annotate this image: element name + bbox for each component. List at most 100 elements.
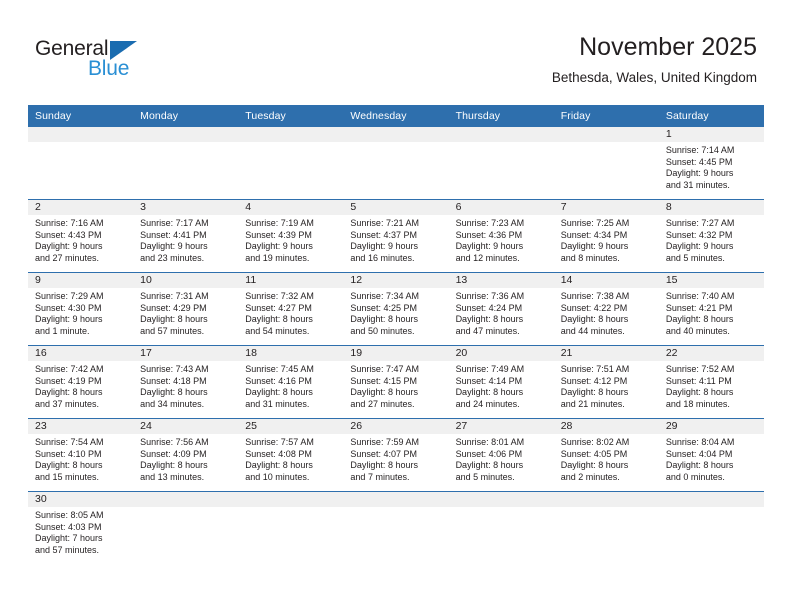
- day-number-band: 30: [28, 492, 134, 507]
- day-sunrise-text: Sunrise: 8:05 AM: [35, 510, 104, 520]
- day-sun-info: Sunrise: 7:36 AM Sunset: 4:24 PM Daylight:…: [449, 288, 554, 337]
- day-sunset-text: Sunset: 4:06 PM: [455, 448, 523, 459]
- day-sunrise-text: Sunrise: 7:54 AM: [35, 437, 104, 447]
- calendar-day-cell[interactable]: 20 Sunrise: 7:49 AM Sunset: 4:14 PM Dayligh…: [448, 345, 554, 419]
- day-sunset-text: Sunset: 4:29 PM: [140, 302, 207, 313]
- day-sunset-text: Sunset: 4:12 PM: [560, 375, 628, 386]
- day-sunset-text: Sunset: 4:37 PM: [350, 229, 417, 240]
- calendar-day-cell[interactable]: 10 Sunrise: 7:31 AM Sunset: 4:29 PM Dayligh…: [133, 272, 239, 346]
- calendar-day-cell[interactable]: 12 Sunrise: 7:34 AM Sunset: 4:25 PM Dayligh…: [343, 272, 449, 346]
- day-cell-content: 21 Sunrise: 7:51 AM Sunset: 4:12 PM Dayligh…: [553, 346, 659, 418]
- day-sunrise-text: Sunrise: 7:49 AM: [455, 364, 525, 374]
- day-sunrise-text: Sunrise: 7:31 AM: [140, 291, 209, 301]
- day-number-band: 13: [448, 273, 554, 288]
- calendar-day-cell[interactable]: 15 Sunrise: 7:40 AM Sunset: 4:21 PM Dayligh…: [658, 272, 764, 346]
- day-number: 17: [140, 347, 152, 359]
- day-sun-info: Sunrise: 8:01 AM Sunset: 4:06 PM Daylight:…: [449, 434, 554, 483]
- calendar-day-cell[interactable]: 7 Sunrise: 7:25 AM Sunset: 4:34 PM Daylight…: [553, 199, 659, 273]
- day-sunrise-text: Sunrise: 7:52 AM: [665, 364, 735, 374]
- calendar-day-cell[interactable]: 13 Sunrise: 7:36 AM Sunset: 4:24 PM Dayligh…: [448, 272, 554, 346]
- day-number-band: 16: [28, 346, 134, 361]
- day-daylight-1-text: Daylight: 8 hours: [455, 460, 524, 471]
- day-number: 11: [245, 274, 257, 286]
- day-daylight-2-text: and 12 minutes.: [455, 252, 520, 263]
- day-cell-content: 22 Sunrise: 7:52 AM Sunset: 4:11 PM Dayligh…: [658, 346, 764, 418]
- day-cell-content: [343, 492, 449, 564]
- day-number: 4: [245, 201, 252, 213]
- day-sunrise-text: Sunrise: 7:56 AM: [140, 437, 209, 447]
- calendar-day-cell[interactable]: 24 Sunrise: 7:56 AM Sunset: 4:09 PM Dayligh…: [133, 418, 239, 492]
- day-daylight-2-text: and 5 minutes.: [455, 471, 515, 482]
- page-title: November 2025: [579, 33, 757, 61]
- brand-logo[interactable]: General Blue: [35, 38, 225, 90]
- day-sunset-text: Sunset: 4:07 PM: [350, 448, 417, 459]
- day-number-band: [343, 127, 449, 142]
- calendar-day-cell-empty: [448, 127, 554, 200]
- day-number-band: [133, 127, 239, 142]
- calendar-day-cell[interactable]: 30 Sunrise: 8:05 AM Sunset: 4:03 PM Dayligh…: [28, 491, 134, 564]
- day-number-band: [133, 492, 239, 507]
- calendar-day-cell[interactable]: 23 Sunrise: 7:54 AM Sunset: 4:10 PM Dayligh…: [28, 418, 134, 492]
- calendar-page: General Blue November 2025 Bethesda, Wal…: [0, 0, 792, 612]
- calendar-day-cell[interactable]: 6 Sunrise: 7:23 AM Sunset: 4:36 PM Daylight…: [448, 199, 554, 273]
- calendar-day-cell[interactable]: 25 Sunrise: 7:57 AM Sunset: 4:08 PM Dayligh…: [238, 418, 344, 492]
- day-sun-info: Sunrise: 8:05 AM Sunset: 4:03 PM Daylight:…: [28, 507, 133, 556]
- day-cell-content: [448, 127, 554, 199]
- day-daylight-1-text: Daylight: 9 hours: [35, 241, 103, 252]
- day-sun-info: Sunrise: 7:16 AM Sunset: 4:43 PM Daylight:…: [28, 215, 133, 264]
- day-number: 7: [560, 201, 567, 213]
- day-number-band: 14: [553, 273, 659, 288]
- brand-name-blue: Blue: [88, 57, 130, 80]
- day-daylight-2-text: and 16 minutes.: [350, 252, 415, 263]
- day-sunrise-text: Sunrise: 7:47 AM: [350, 364, 419, 374]
- calendar-day-cell[interactable]: 21 Sunrise: 7:51 AM Sunset: 4:12 PM Dayligh…: [553, 345, 659, 419]
- calendar-week-row: 16 Sunrise: 7:42 AM Sunset: 4:19 PM Dayligh…: [28, 345, 764, 419]
- calendar-day-cell[interactable]: 9 Sunrise: 7:29 AM Sunset: 4:30 PM Daylight…: [28, 272, 134, 346]
- calendar-day-cell[interactable]: 29 Sunrise: 8:04 AM Sunset: 4:04 PM Dayligh…: [658, 418, 764, 492]
- day-sun-info: Sunrise: 7:40 AM Sunset: 4:21 PM Daylight:…: [659, 288, 764, 337]
- day-cell-content: 10 Sunrise: 7:31 AM Sunset: 4:29 PM Dayligh…: [133, 273, 239, 345]
- calendar-day-cell[interactable]: 5 Sunrise: 7:21 AM Sunset: 4:37 PM Daylight…: [343, 199, 449, 273]
- calendar-day-cell[interactable]: 16 Sunrise: 7:42 AM Sunset: 4:19 PM Dayligh…: [28, 345, 134, 419]
- day-daylight-1-text: Daylight: 8 hours: [350, 460, 418, 471]
- day-number-band: [238, 492, 344, 507]
- calendar-week-row: 1 Sunrise: 7:14 AM Sunset: 4:45 PM Daylight…: [28, 127, 764, 200]
- day-sun-info: Sunrise: 7:23 AM Sunset: 4:36 PM Daylight:…: [449, 215, 554, 264]
- day-cell-content: [553, 127, 659, 199]
- day-number: 5: [350, 201, 357, 213]
- day-number-band: 3: [133, 200, 239, 215]
- calendar-day-cell[interactable]: 1 Sunrise: 7:14 AM Sunset: 4:45 PM Daylight…: [658, 127, 764, 200]
- calendar-day-cell[interactable]: 19 Sunrise: 7:47 AM Sunset: 4:15 PM Dayligh…: [343, 345, 449, 419]
- day-sun-info: Sunrise: 7:45 AM Sunset: 4:16 PM Daylight:…: [238, 361, 343, 410]
- day-sunrise-text: Sunrise: 7:43 AM: [140, 364, 209, 374]
- calendar-day-cell[interactable]: 11 Sunrise: 7:32 AM Sunset: 4:27 PM Dayligh…: [238, 272, 344, 346]
- day-number: 10: [140, 274, 152, 286]
- day-number: 29: [665, 420, 678, 432]
- weekday-header-saturday: Saturday: [658, 105, 764, 127]
- calendar-day-cell[interactable]: 27 Sunrise: 8:01 AM Sunset: 4:06 PM Dayligh…: [448, 418, 554, 492]
- day-daylight-2-text: and 50 minutes.: [350, 325, 415, 336]
- calendar-day-cell[interactable]: 17 Sunrise: 7:43 AM Sunset: 4:18 PM Dayligh…: [133, 345, 239, 419]
- day-number: 18: [245, 347, 257, 359]
- calendar-day-cell[interactable]: 2 Sunrise: 7:16 AM Sunset: 4:43 PM Daylight…: [28, 199, 134, 273]
- calendar-day-cell[interactable]: 26 Sunrise: 7:59 AM Sunset: 4:07 PM Dayligh…: [343, 418, 449, 492]
- day-sunrise-text: Sunrise: 7:45 AM: [245, 364, 314, 374]
- day-number-band: [448, 127, 554, 142]
- day-number: 3: [140, 201, 146, 213]
- calendar-day-cell[interactable]: 22 Sunrise: 7:52 AM Sunset: 4:11 PM Dayligh…: [658, 345, 764, 419]
- day-sun-info: Sunrise: 7:51 AM Sunset: 4:12 PM Daylight:…: [554, 361, 659, 410]
- day-number-band: 9: [28, 273, 134, 288]
- calendar-day-cell[interactable]: 8 Sunrise: 7:27 AM Sunset: 4:32 PM Daylight…: [658, 199, 764, 273]
- day-number-band: 28: [553, 419, 659, 434]
- day-cell-content: 11 Sunrise: 7:32 AM Sunset: 4:27 PM Dayligh…: [238, 273, 344, 345]
- day-number: 28: [560, 420, 573, 432]
- calendar-day-cell[interactable]: 18 Sunrise: 7:45 AM Sunset: 4:16 PM Dayligh…: [238, 345, 344, 419]
- calendar-day-cell[interactable]: 28 Sunrise: 8:02 AM Sunset: 4:05 PM Dayligh…: [553, 418, 659, 492]
- day-daylight-2-text: and 0 minutes.: [665, 471, 725, 482]
- day-sunset-text: Sunset: 4:18 PM: [140, 375, 207, 386]
- day-daylight-2-text: and 15 minutes.: [35, 471, 100, 482]
- calendar-day-cell[interactable]: 3 Sunrise: 7:17 AM Sunset: 4:41 PM Daylight…: [133, 199, 239, 273]
- day-daylight-2-text: and 23 minutes.: [140, 252, 205, 263]
- calendar-day-cell[interactable]: 14 Sunrise: 7:38 AM Sunset: 4:22 PM Dayligh…: [553, 272, 659, 346]
- calendar-day-cell[interactable]: 4 Sunrise: 7:19 AM Sunset: 4:39 PM Daylight…: [238, 199, 344, 273]
